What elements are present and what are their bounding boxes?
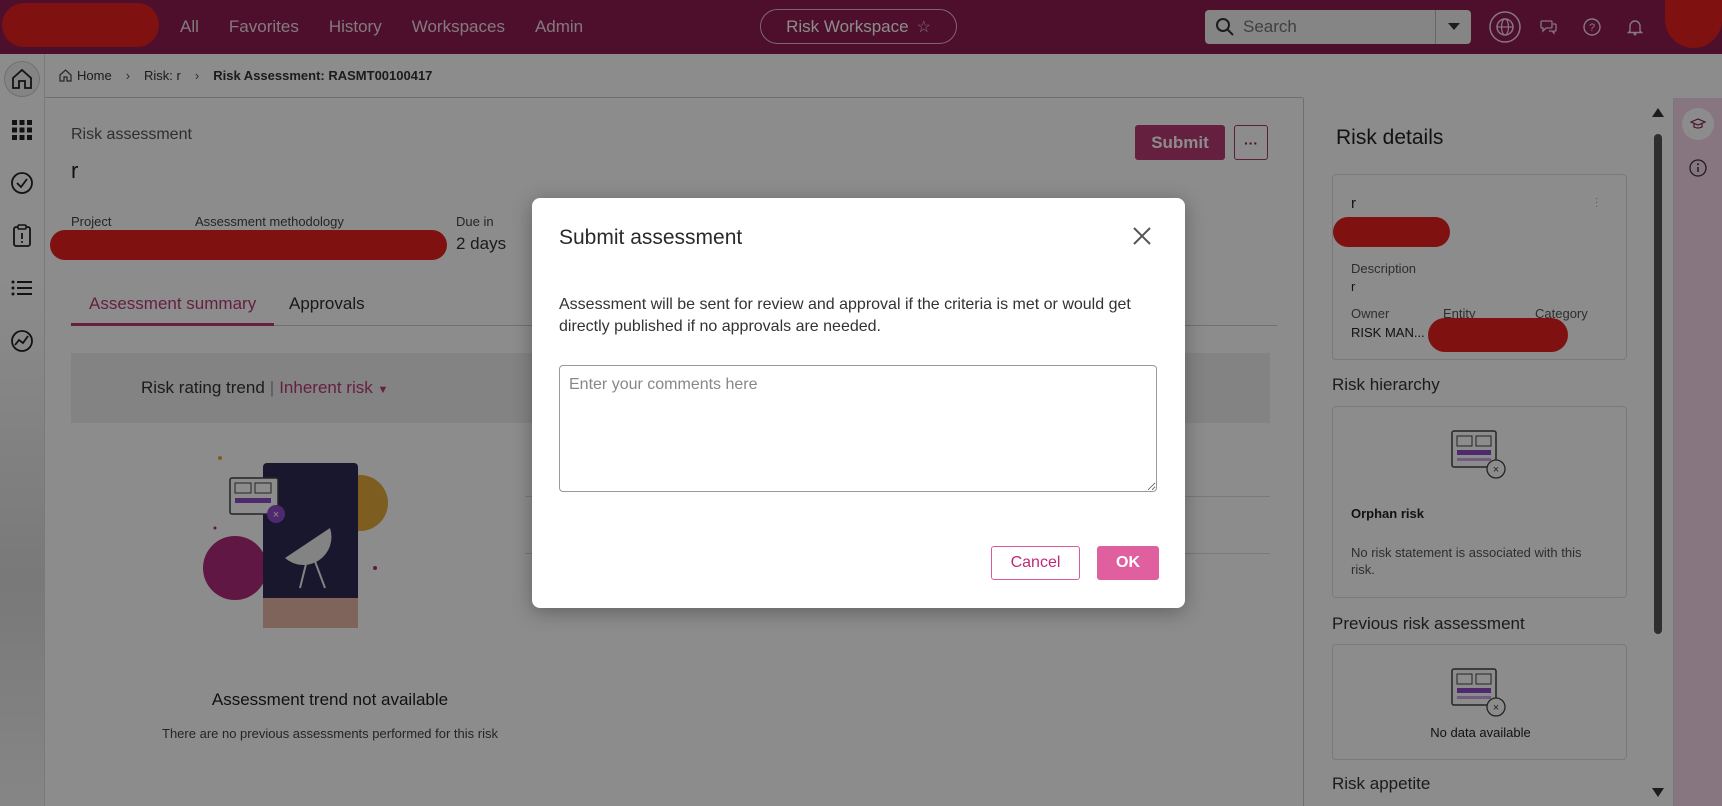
cancel-button[interactable]: Cancel bbox=[991, 546, 1080, 580]
comments-textarea[interactable] bbox=[559, 365, 1157, 492]
close-icon bbox=[1133, 227, 1151, 245]
close-button[interactable] bbox=[1128, 222, 1156, 250]
dialog-title: Submit assessment bbox=[559, 226, 743, 249]
dialog-message: Assessment will be sent for review and a… bbox=[559, 296, 1131, 335]
ok-button[interactable]: OK bbox=[1097, 546, 1159, 580]
submit-assessment-dialog: Submit assessment Assessment will be sen… bbox=[532, 198, 1185, 608]
